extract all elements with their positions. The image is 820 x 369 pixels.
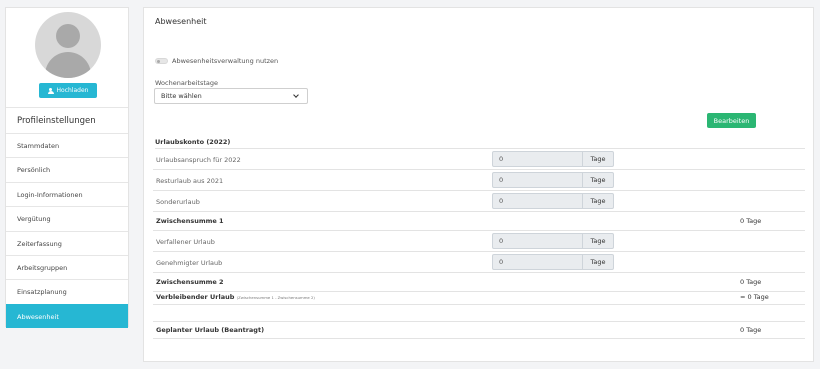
input-value: 0 xyxy=(493,173,583,187)
absence-management-toggle[interactable] xyxy=(155,58,168,64)
entitlement-input[interactable]: 0 Tage xyxy=(492,151,614,167)
table-row: Sonderurlaub 0 Tage xyxy=(153,191,805,212)
table-row: Resturlaub aus 2021 0 Tage xyxy=(153,170,805,191)
avatar-body-icon xyxy=(45,52,91,78)
row-label: Geplanter Urlaub (Beantragt) xyxy=(156,326,265,334)
row-total: 0 Tage xyxy=(740,278,762,286)
input-value: 0 xyxy=(493,234,583,248)
sidebar-item-verguetung[interactable]: Vergütung xyxy=(6,206,128,230)
input-unit: Tage xyxy=(590,237,606,245)
input-value: 0 xyxy=(493,194,583,208)
row-label: Zwischensumme 1 xyxy=(156,217,224,225)
workweek-label: Wochenarbeitstage xyxy=(155,79,219,87)
table-row: Zwischensumme 1 0 Tage xyxy=(153,212,805,231)
upload-button[interactable]: Hochladen xyxy=(39,83,97,98)
input-unit: Tage xyxy=(590,176,606,184)
input-value: 0 xyxy=(493,152,583,166)
workweek-select[interactable]: Bitte wählen xyxy=(154,88,308,104)
row-total: = 0 Tage xyxy=(740,293,769,301)
section-title: Urlaubskonto (2022) xyxy=(155,135,805,149)
input-value: 0 xyxy=(493,255,583,269)
row-total: 0 Tage xyxy=(740,326,762,334)
sidebar-item-einsatzplanung[interactable]: Einsatzplanung xyxy=(6,279,128,303)
table-row-spacer xyxy=(153,305,805,322)
row-label-text: Verbleibender Urlaub xyxy=(156,293,235,301)
workweek-select-value: Bitte wählen xyxy=(161,92,202,100)
row-total: 0 Tage xyxy=(740,217,762,225)
row-label: Zwischensumme 2 xyxy=(156,278,224,286)
input-unit: Tage xyxy=(590,155,606,163)
table-row: Urlaubsanspruch für 2022 0 Tage xyxy=(153,149,805,170)
expired-leave-input[interactable]: 0 Tage xyxy=(492,233,614,249)
residual-leave-input[interactable]: 0 Tage xyxy=(492,172,614,188)
table-row: Geplanter Urlaub (Beantragt) 0 Tage xyxy=(153,322,805,339)
toggle-label: Abwesenheitsverwaltung nutzen xyxy=(172,57,279,65)
row-label: Verbleibender Urlaub (Zwischensumme 1 - … xyxy=(156,293,315,301)
table-row: Zwischensumme 2 0 Tage xyxy=(153,273,805,292)
approved-leave-input[interactable]: 0 Tage xyxy=(492,254,614,270)
row-label: Verfallener Urlaub xyxy=(156,238,215,246)
row-label: Sonderurlaub xyxy=(156,198,200,206)
sidebar-item-stammdaten[interactable]: Stammdaten xyxy=(6,133,128,157)
sidebar-item-persoenlich[interactable]: Persönlich xyxy=(6,157,128,181)
row-label-note: (Zwischensumme 1 - Zwischensumme 2) xyxy=(236,295,315,300)
vacation-account-table: Urlaubsanspruch für 2022 0 Tage Resturla… xyxy=(153,149,805,339)
page-title: Abwesenheit xyxy=(155,17,207,26)
sidebar-item-login-informationen[interactable]: Login-Informationen xyxy=(6,181,128,206)
row-label: Resturlaub aus 2021 xyxy=(156,177,224,185)
sidebar-item-abwesenheit[interactable]: Abwesenheit xyxy=(6,303,128,329)
table-row: Genehmigter Urlaub 0 Tage xyxy=(153,252,805,273)
sidebar-menu: Stammdaten Persönlich Login-Informatione… xyxy=(6,133,128,329)
edit-button[interactable]: Bearbeiten xyxy=(707,113,756,128)
row-label: Urlaubsanspruch für 2022 xyxy=(156,156,241,164)
sidebar-item-arbeitsgruppen[interactable]: Arbeitsgruppen xyxy=(6,254,128,279)
special-leave-input[interactable]: 0 Tage xyxy=(492,193,614,209)
table-row: Verfallener Urlaub 0 Tage xyxy=(153,231,805,252)
chevron-down-icon xyxy=(293,92,299,98)
absence-management-toggle-row: Abwesenheitsverwaltung nutzen xyxy=(155,57,278,65)
avatar-head-icon xyxy=(56,24,80,48)
row-label: Genehmigter Urlaub xyxy=(156,259,223,267)
user-icon xyxy=(47,87,54,94)
input-unit: Tage xyxy=(590,258,606,266)
upload-button-label: Hochladen xyxy=(56,87,89,94)
absence-panel: Abwesenheit Abwesenheitsverwaltung nutze… xyxy=(143,7,814,362)
input-unit: Tage xyxy=(590,197,606,205)
profile-sidebar: Hochladen Profileinstellungen Stammdaten… xyxy=(5,7,129,329)
sidebar-title: Profileinstellungen xyxy=(6,107,128,133)
sidebar-item-zeiterfassung[interactable]: Zeiterfassung xyxy=(6,230,128,255)
table-row: Verbleibender Urlaub (Zwischensumme 1 - … xyxy=(153,292,805,305)
avatar xyxy=(35,12,101,78)
